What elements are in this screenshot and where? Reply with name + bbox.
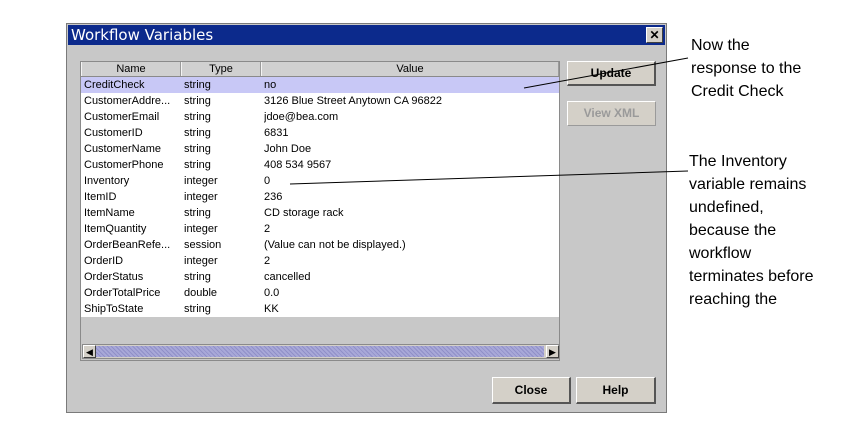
callout-line: variable remains bbox=[689, 176, 807, 193]
callout-line: Now the bbox=[691, 37, 750, 54]
callout-line: The Inventory bbox=[689, 153, 787, 170]
credit-check-leader-line bbox=[523, 57, 689, 89]
callout-line: workflow bbox=[689, 245, 752, 262]
callout-line: terminates before bbox=[689, 268, 814, 285]
callout-line: reaching the bbox=[689, 291, 778, 308]
callout-line: Credit Check bbox=[691, 83, 784, 100]
inventory-callout: The Inventory variable remains undefined… bbox=[689, 150, 814, 311]
inventory-leader-line bbox=[289, 170, 689, 185]
callout-line: response to the bbox=[691, 60, 802, 77]
callout-line: undefined, bbox=[689, 199, 764, 216]
callout-line: because the bbox=[689, 222, 777, 239]
credit-check-callout: Now the response to the Credit Check bbox=[691, 34, 801, 103]
